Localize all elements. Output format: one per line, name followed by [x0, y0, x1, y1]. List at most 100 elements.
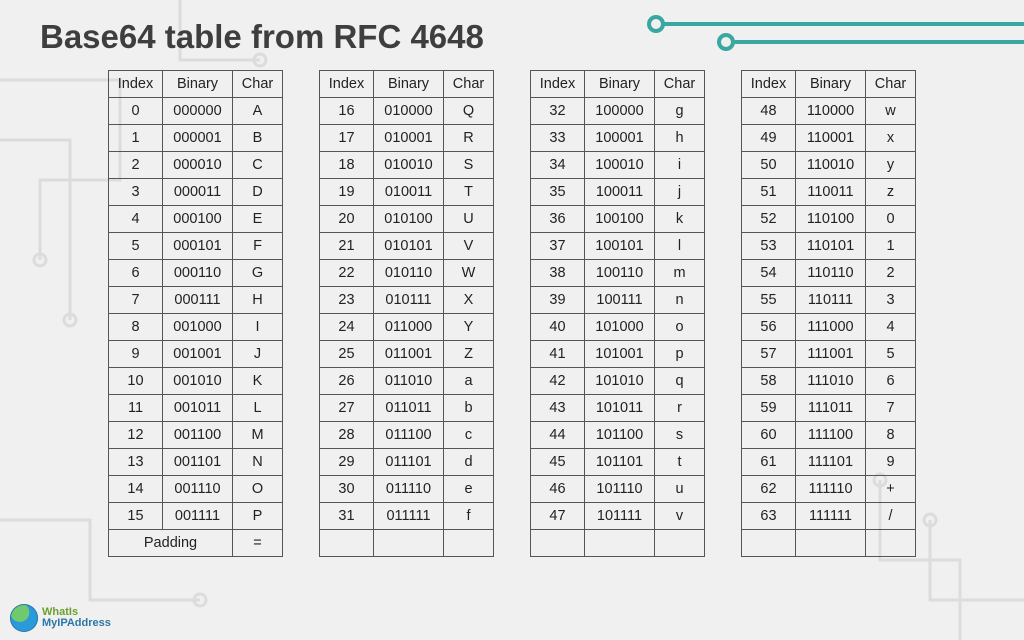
cell-index: 28 — [320, 422, 374, 449]
cell-index: 49 — [742, 125, 796, 152]
table-row: 47101111v — [531, 503, 705, 530]
cell-index: 12 — [109, 422, 163, 449]
table-row: 48110000w — [742, 98, 916, 125]
table-row: 26011010a — [320, 368, 494, 395]
table-row: 51110011z — [742, 179, 916, 206]
cell-index: 57 — [742, 341, 796, 368]
table-row: 39100111n — [531, 287, 705, 314]
table-row: 46101110u — [531, 476, 705, 503]
cell-char: F — [233, 233, 283, 260]
cell-char: E — [233, 206, 283, 233]
cell-char: N — [233, 449, 283, 476]
table-row: 13001101N — [109, 449, 283, 476]
cell-binary: 100111 — [585, 287, 655, 314]
table-row: 62111110+ — [742, 476, 916, 503]
cell-index: 24 — [320, 314, 374, 341]
table-row: 27011011b — [320, 395, 494, 422]
cell-binary: 110110 — [796, 260, 866, 287]
cell-char: 7 — [866, 395, 916, 422]
cell-index: 54 — [742, 260, 796, 287]
cell-char: p — [655, 341, 705, 368]
table-row: 32100000g — [531, 98, 705, 125]
cell-char: i — [655, 152, 705, 179]
cell-index: 44 — [531, 422, 585, 449]
cell-index: 36 — [531, 206, 585, 233]
table-row: 38100110m — [531, 260, 705, 287]
table-row: 3000011D — [109, 179, 283, 206]
empty-cell — [742, 530, 796, 557]
base64-table-1: IndexBinaryChar16010000Q17010001R1801001… — [319, 70, 494, 557]
cell-binary: 011110 — [374, 476, 444, 503]
cell-index: 37 — [531, 233, 585, 260]
empty-cell — [655, 530, 705, 557]
cell-binary: 000000 — [163, 98, 233, 125]
padding-char: = — [233, 530, 283, 557]
cell-index: 14 — [109, 476, 163, 503]
cell-char: 1 — [866, 233, 916, 260]
table-row: 25011001Z — [320, 341, 494, 368]
cell-char: 4 — [866, 314, 916, 341]
cell-binary: 000011 — [163, 179, 233, 206]
header-binary: Binary — [163, 71, 233, 98]
cell-binary: 101111 — [585, 503, 655, 530]
table-row: 42101010q — [531, 368, 705, 395]
cell-binary: 101101 — [585, 449, 655, 476]
cell-index: 21 — [320, 233, 374, 260]
table-row: 591110117 — [742, 395, 916, 422]
cell-char: O — [233, 476, 283, 503]
cell-char: L — [233, 395, 283, 422]
cell-binary: 111010 — [796, 368, 866, 395]
table-row: 11001011L — [109, 395, 283, 422]
cell-char: c — [444, 422, 494, 449]
cell-binary: 101001 — [585, 341, 655, 368]
cell-binary: 010011 — [374, 179, 444, 206]
cell-char: Q — [444, 98, 494, 125]
cell-index: 46 — [531, 476, 585, 503]
cell-index: 13 — [109, 449, 163, 476]
table-row: 7000111H — [109, 287, 283, 314]
cell-binary: 101110 — [585, 476, 655, 503]
cell-binary: 000110 — [163, 260, 233, 287]
cell-char: 8 — [866, 422, 916, 449]
table-row: 21010101V — [320, 233, 494, 260]
cell-index: 27 — [320, 395, 374, 422]
cell-char: b — [444, 395, 494, 422]
base64-table-3: IndexBinaryChar48110000w49110001x5011001… — [741, 70, 916, 557]
cell-binary: 010010 — [374, 152, 444, 179]
table-row: 19010011T — [320, 179, 494, 206]
header-binary: Binary — [585, 71, 655, 98]
cell-binary: 100110 — [585, 260, 655, 287]
cell-char: h — [655, 125, 705, 152]
cell-binary: 111111 — [796, 503, 866, 530]
globe-icon — [10, 604, 38, 632]
cell-index: 20 — [320, 206, 374, 233]
cell-binary: 111100 — [796, 422, 866, 449]
cell-binary: 000101 — [163, 233, 233, 260]
cell-binary: 001011 — [163, 395, 233, 422]
cell-index: 42 — [531, 368, 585, 395]
table-row: 611111019 — [742, 449, 916, 476]
empty-cell — [866, 530, 916, 557]
table-row: 37100101l — [531, 233, 705, 260]
cell-index: 3 — [109, 179, 163, 206]
header-index: Index — [742, 71, 796, 98]
cell-index: 34 — [531, 152, 585, 179]
cell-binary: 001111 — [163, 503, 233, 530]
cell-index: 60 — [742, 422, 796, 449]
cell-binary: 010000 — [374, 98, 444, 125]
table-row: 43101011r — [531, 395, 705, 422]
table-row: 4000100E — [109, 206, 283, 233]
cell-char: l — [655, 233, 705, 260]
table-row: 35100011j — [531, 179, 705, 206]
header-char: Char — [655, 71, 705, 98]
cell-char: Z — [444, 341, 494, 368]
empty-cell — [374, 530, 444, 557]
cell-binary: 100001 — [585, 125, 655, 152]
cell-binary: 110100 — [796, 206, 866, 233]
table-row: 1000001B — [109, 125, 283, 152]
cell-index: 4 — [109, 206, 163, 233]
table-row: 20010100U — [320, 206, 494, 233]
table-row: 34100010i — [531, 152, 705, 179]
table-row: 0000000A — [109, 98, 283, 125]
cell-binary: 110001 — [796, 125, 866, 152]
